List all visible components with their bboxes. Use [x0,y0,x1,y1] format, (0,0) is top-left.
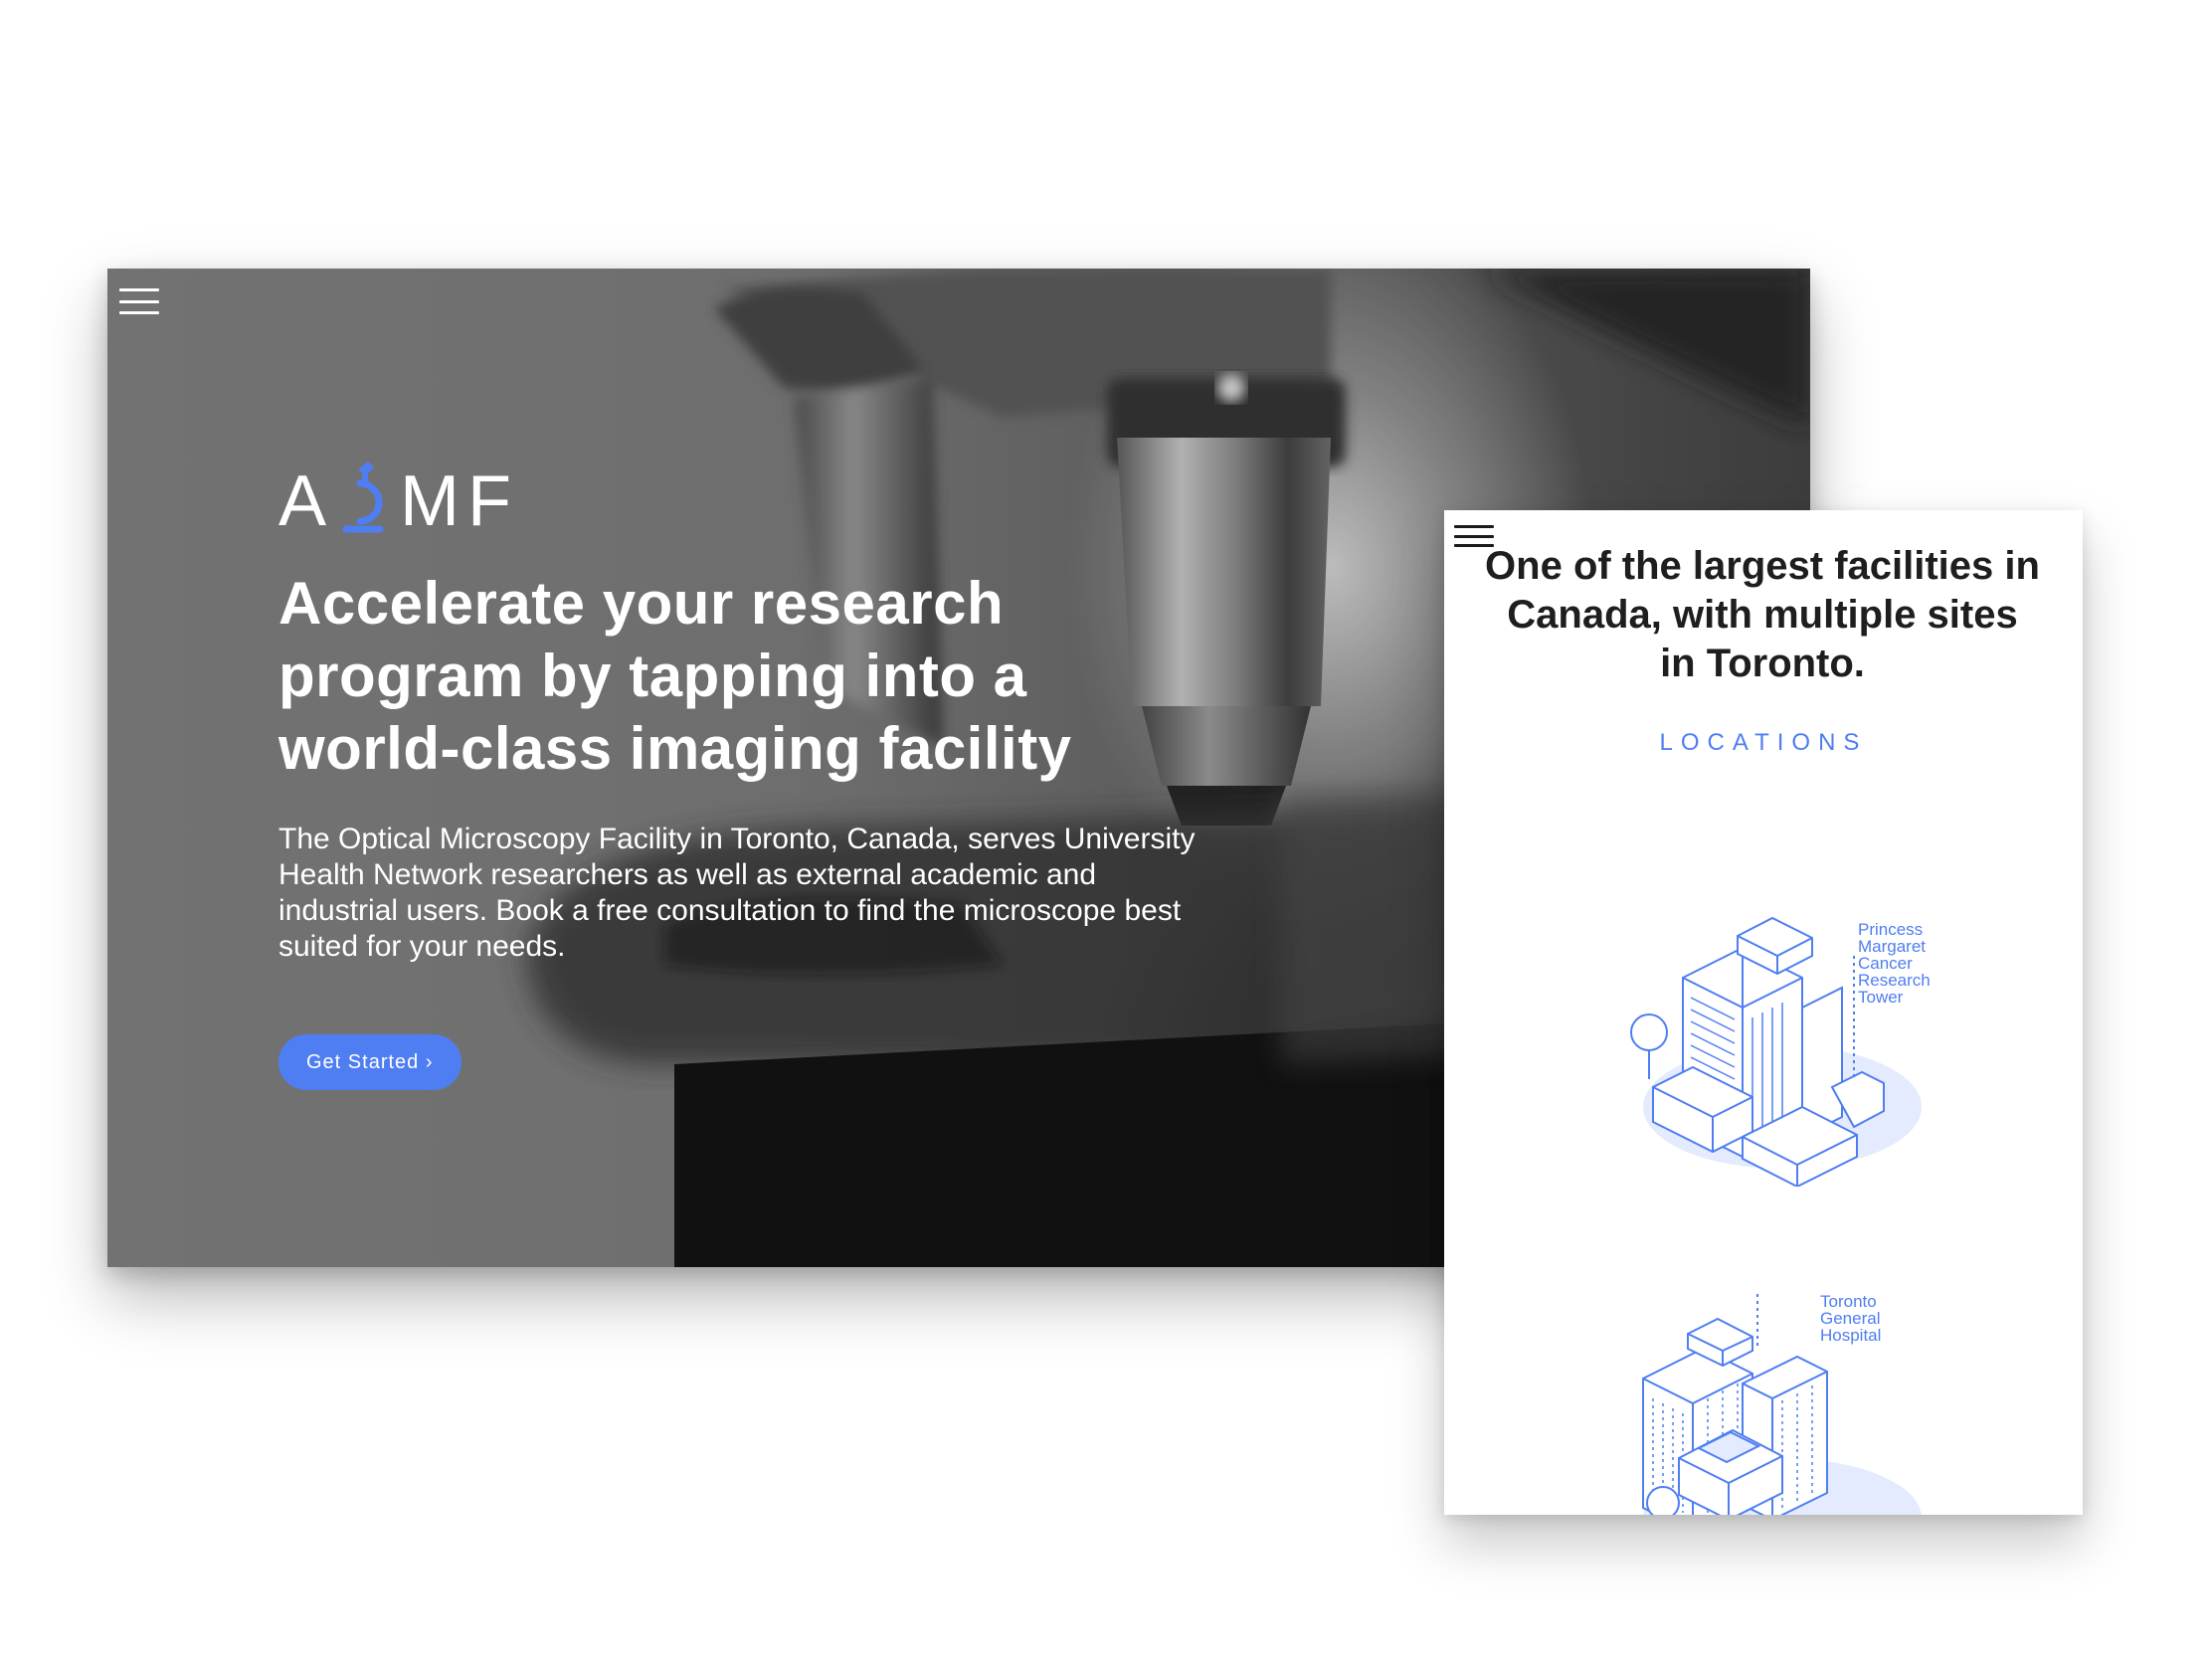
microscope-logo-icon [342,461,384,533]
label-line: Toronto [1820,1292,1877,1311]
label-line: Margaret [1858,937,1927,956]
label-line: Princess [1858,920,1924,939]
hero-headline: Accelerate your research program by tapp… [278,570,1072,782]
aomf-logo[interactable]: A MF [278,448,519,537]
get-started-button[interactable]: Get Started › [278,1034,461,1090]
location-label-princess-margaret[interactable]: Princess Margaret Cancer Research Tower [1858,921,1931,1006]
label-line: Hospital [1820,1326,1882,1345]
mobile-locations-frame: One of the largest facilities in Canada,… [1444,510,2083,1515]
locations-headline: One of the largest facilities in Canada,… [1485,544,2040,685]
label-line: Research [1858,971,1931,990]
locations-section-label: LOCATIONS [1659,729,1868,756]
label-line: General [1820,1309,1881,1328]
label-line: Cancer [1858,954,1913,973]
logo-text-right: MF [400,461,519,541]
hospital-illustration-icon[interactable] [1613,1289,1971,1515]
hamburger-menu-icon[interactable] [119,288,159,314]
label-line: Tower [1858,988,1904,1007]
location-label-toronto-general[interactable]: Toronto General Hospital [1820,1293,1881,1344]
logo-text-left: A [278,461,335,541]
hero-description: The Optical Microscopy Facility in Toron… [278,823,1196,963]
